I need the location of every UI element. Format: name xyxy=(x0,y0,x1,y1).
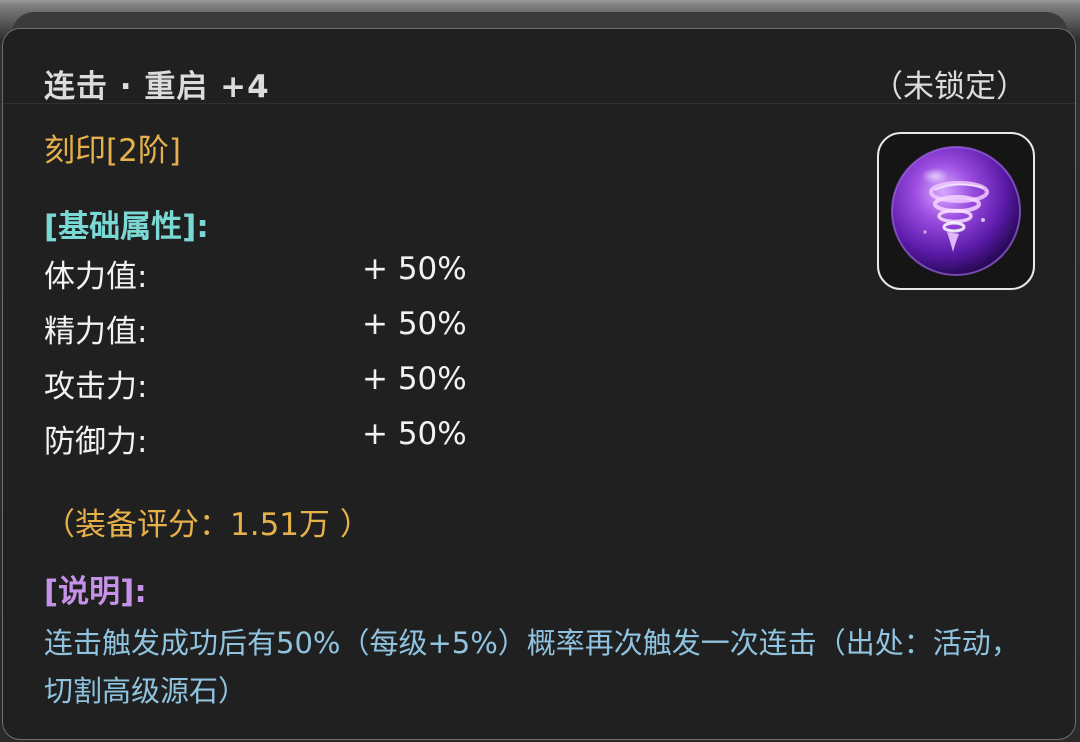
attribute-name: 攻击力: xyxy=(44,369,148,405)
item-title: 连击 · 重启 +4 xyxy=(44,69,270,105)
attribute-value: + 50% xyxy=(362,361,467,397)
attribute-row-defense: 防御力: + 50% xyxy=(44,416,544,460)
attribute-row-energy: 精力值: + 50% xyxy=(44,306,544,350)
item-icon-frame[interactable] xyxy=(877,132,1035,290)
tooltip-header: 连击 · 重启 +4 （未锁定） xyxy=(3,29,1075,106)
lock-status-label[interactable]: （未锁定） xyxy=(872,61,1027,106)
base-attributes-heading: [基础属性]: xyxy=(44,209,209,245)
item-tooltip-panel: 连击 · 重启 +4 （未锁定） 刻印[2阶] [基础属性]: 体力值: + 5… xyxy=(2,28,1076,740)
attribute-row-attack: 攻击力: + 50% xyxy=(44,361,544,405)
description-heading: [说明]: xyxy=(44,574,147,610)
attribute-name: 体力值: xyxy=(44,259,148,295)
equipment-score: （装备评分：1.51万 ） xyxy=(44,507,371,543)
description-text: 连击触发成功后有50%（每级+5%）概率再次触发一次连击（出处：活动，切割高级源… xyxy=(44,626,1020,708)
attribute-value: + 50% xyxy=(362,416,467,452)
attribute-name: 精力值: xyxy=(44,314,148,350)
attribute-row-stamina: 体力值: + 50% xyxy=(44,251,544,295)
attribute-value: + 50% xyxy=(362,306,467,342)
attribute-value: + 50% xyxy=(362,251,467,287)
attribute-name: 防御力: xyxy=(44,424,148,460)
purple-tornado-orb-icon xyxy=(891,146,1021,276)
item-rank: 刻印[2阶] xyxy=(44,133,181,169)
